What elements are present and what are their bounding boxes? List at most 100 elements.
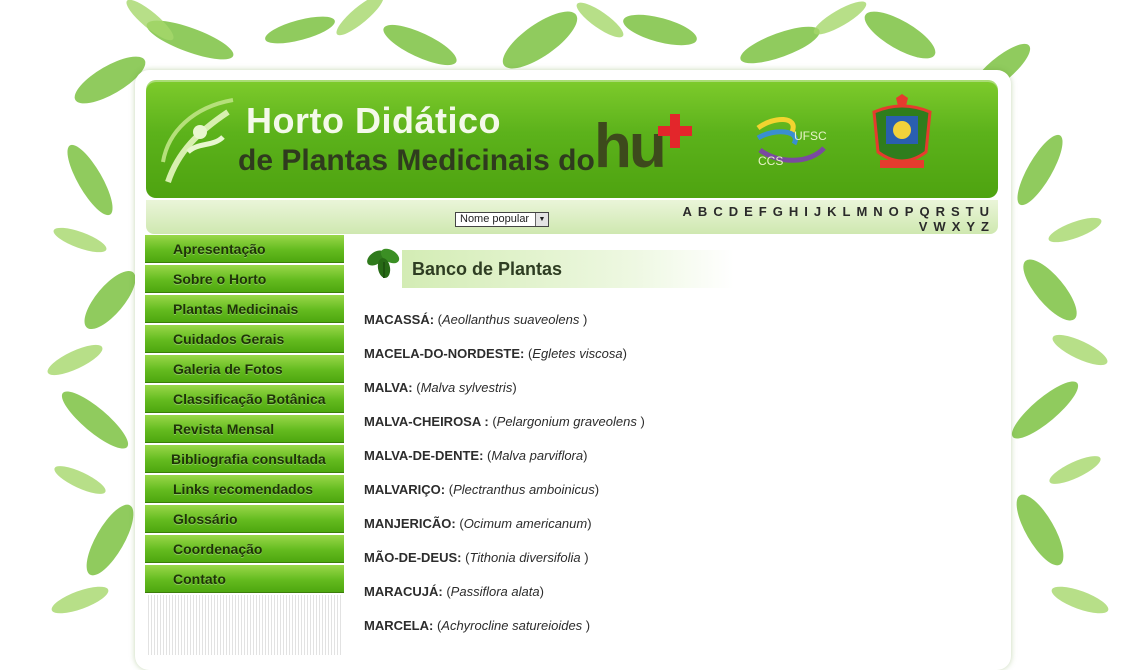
plant-common-name: MÃO-DE-DEUS: [364,550,462,565]
sidebar-item-revista-mensal[interactable]: Revista Mensal [145,415,344,443]
paren-close: ) [539,584,544,599]
letter-link-a[interactable]: A [683,204,692,219]
search-type-select[interactable]: Nome popular ▼ [455,212,549,227]
plant-list: MACASSÁ: (Aeollanthus suaveolens ) MACEL… [364,312,984,652]
letter-link-w[interactable]: W [933,219,945,234]
plant-entry[interactable]: MALVA-CHEIROSA : (Pelargonium graveolens… [364,414,984,448]
plant-common-name: MARCELA: [364,618,434,633]
leaf-icon [367,248,400,278]
plant-entry[interactable]: MÃO-DE-DEUS: (Tithonia diversifolia ) [364,550,984,584]
paren-close: ) [583,448,588,463]
plant-entry[interactable]: MALVA: (Malva sylvestris) [364,380,984,414]
plant-common-name: MARACUJÁ: [364,584,443,599]
sidebar-item-sobre-o-horto[interactable]: Sobre o Horto [145,265,344,293]
letter-link-g[interactable]: G [773,204,783,219]
sidebar-menu: Apresentação Sobre o Horto Plantas Medic… [145,235,344,655]
letter-link-d[interactable]: D [729,204,738,219]
plant-common-name: MACASSÁ: [364,312,435,327]
plant-scientific-name: Malva parviflora [491,448,584,463]
sidebar-item-plantas-medicinais[interactable]: Plantas Medicinais [145,295,344,323]
letter-link-b[interactable]: B [698,204,707,219]
plant-scientific-name: Achyrocline satureioides [441,618,583,633]
paren-close: ) [636,414,645,429]
sidebar-item-glossario[interactable]: Glossário [145,505,344,533]
letter-link-k[interactable]: K [827,204,836,219]
plant-scientific-name: Passiflora alata [450,584,540,599]
letter-link-h[interactable]: H [789,204,798,219]
letter-link-e[interactable]: E [744,204,753,219]
plant-scientific-name: Tithonia diversifolia [469,550,581,565]
letter-link-v[interactable]: V [919,219,928,234]
section-header: Banco de Plantas [364,242,984,290]
alphabet-letters: ABCDEFGHIJKLMNOPQRSTU VWXYZ [552,204,992,234]
sidebar-item-galeria-de-fotos[interactable]: Galeria de Fotos [145,355,344,383]
letter-link-o[interactable]: O [889,204,899,219]
main-content: Banco de Plantas MACASSÁ: (Aeollanthus s… [364,242,984,652]
letter-link-l[interactable]: L [842,204,850,219]
site-banner: Horto Didático de Plantas Medicinais do … [146,80,998,198]
letter-link-c[interactable]: C [713,204,722,219]
alphabet-navigation-bar: Nome popular ▼ ABCDEFGHIJKLMNOPQRSTU VWX… [146,200,998,234]
letter-link-s[interactable]: S [951,204,960,219]
letter-link-t[interactable]: T [966,204,974,219]
plant-common-name: MALVA-DE-DENTE: [364,448,484,463]
site-title-line1: Horto Didático [246,100,501,141]
letter-link-u[interactable]: U [980,204,989,219]
letter-link-y[interactable]: Y [966,219,975,234]
sidebar-item-coordenacao[interactable]: Coordenação [145,535,344,563]
ccs-label: CCS [758,154,784,168]
red-cross-icon [658,114,692,148]
sidebar-item-links-recomendados[interactable]: Links recomendados [145,475,344,503]
sidebar-item-bibliografia[interactable]: Bibliografia consultada [145,445,344,473]
letter-link-x[interactable]: X [952,219,961,234]
plant-common-name: MACELA-DO-NORDESTE: [364,346,525,361]
paren-close: ) [579,312,588,327]
paren-close: ) [594,482,600,497]
chevron-down-icon: ▼ [535,213,548,226]
plant-scientific-name: Pelargonium graveolens [496,414,637,429]
letter-link-p[interactable]: P [905,204,914,219]
letter-link-q[interactable]: Q [919,204,929,219]
letter-link-i[interactable]: I [804,204,808,219]
plant-scientific-name: Ocimum americanum [463,516,588,531]
paren-close: ) [580,550,589,565]
letter-link-m[interactable]: M [856,204,867,219]
letter-link-n[interactable]: N [873,204,882,219]
plant-scientific-name: Malva sylvestris [420,380,513,395]
plant-scientific-name: Egletes viscosa [532,346,623,361]
plant-common-name: MALVA-CHEIROSA : [364,414,489,429]
paren-close: ) [582,618,591,633]
sidebar-item-classificacao-botanica[interactable]: Classificação Botânica [145,385,344,413]
plant-entry[interactable]: MACASSÁ: (Aeollanthus suaveolens ) [364,312,984,346]
sidebar-item-apresentacao[interactable]: Apresentação [145,235,344,263]
plant-entry[interactable]: MACELA-DO-NORDESTE: (Egletes viscosa) [364,346,984,380]
plant-entry[interactable]: MALVARIÇO: (Plectranthus amboinicus) [364,482,984,516]
sidebar-item-contato[interactable]: Contato [145,565,344,593]
plant-common-name: MANJERICÃO: [364,516,456,531]
plant-entry[interactable]: MALVA-DE-DENTE: (Malva parviflora) [364,448,984,482]
letter-link-j[interactable]: J [814,204,821,219]
site-title-line2: de Plantas Medicinais do [238,144,595,177]
plant-scientific-name: Plectranthus amboinicus [453,482,595,497]
sidebar-item-cuidados-gerais[interactable]: Cuidados Gerais [145,325,344,353]
plant-entry[interactable]: MARACUJÁ: (Passiflora alata) [364,584,984,618]
search-type-value: Nome popular [460,213,530,225]
paren-open: ( [488,414,497,429]
paren-open: ( [445,482,454,497]
paren-open: ( [412,380,421,395]
letter-link-r[interactable]: R [936,204,945,219]
paren-open: ( [434,312,443,327]
paren-close: ) [622,346,627,361]
plant-entry[interactable]: MARCELA: (Achyrocline satureioides ) [364,618,984,652]
letter-link-z[interactable]: Z [981,219,989,234]
paren-open: ( [455,516,464,531]
letter-link-f[interactable]: F [759,204,767,219]
sidebar-filler [148,595,341,655]
ufsc-label: UFSC [794,129,827,143]
paren-close: ) [587,516,592,531]
plant-entry[interactable]: MANJERICÃO: (Ocimum americanum) [364,516,984,550]
ufsc-crest-icon [872,94,932,168]
plant-common-name: MALVA: [364,380,413,395]
paren-open: ( [442,584,451,599]
hu-logo: hu [594,112,667,181]
